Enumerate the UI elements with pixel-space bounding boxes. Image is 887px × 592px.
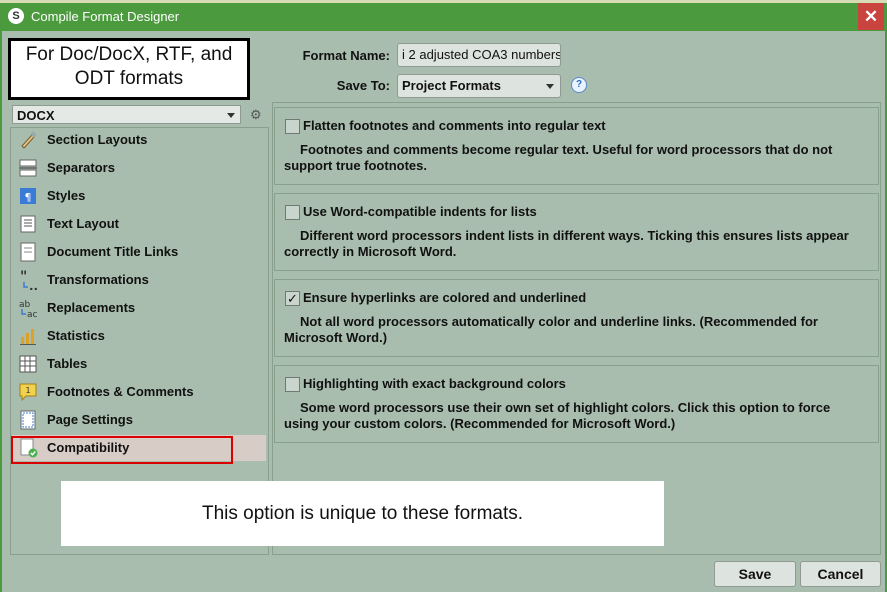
- page-icon: [20, 410, 36, 430]
- svg-text:ab: ab: [19, 300, 31, 310]
- separator-icon: [19, 159, 37, 177]
- sidebar-item-label: Section Layouts: [47, 132, 148, 147]
- sidebar-item-footnotes-comments[interactable]: 1 Footnotes & Comments: [12, 379, 266, 405]
- option-hyperlinks: ✓ Ensure hyperlinks are colored and unde…: [274, 279, 879, 357]
- option-description: Some word processors use their own set o…: [284, 400, 831, 431]
- document-icon: [20, 242, 36, 262]
- sidebar-item-document-title-links[interactable]: Document Title Links: [12, 239, 266, 265]
- flatten-footnotes-checkbox[interactable]: [285, 119, 300, 134]
- title-bar-strip: [0, 0, 887, 3]
- format-type-select[interactable]: DOCX: [12, 105, 241, 124]
- compatibility-highlight-frame: [11, 436, 233, 464]
- sidebar-item-label: Styles: [47, 188, 86, 203]
- svg-text:ac: ac: [27, 310, 38, 318]
- close-button[interactable]: ✕: [858, 3, 884, 30]
- sidebar-item-transformations[interactable]: ",, Transformations: [12, 267, 266, 293]
- replace-icon: abac: [19, 300, 38, 318]
- option-flatten-footnotes: Flatten footnotes and comments into regu…: [274, 107, 879, 185]
- save-to-label: Save To:: [336, 78, 390, 93]
- bar-chart-icon: [20, 329, 36, 345]
- sidebar-item-label: Page Settings: [47, 412, 133, 427]
- save-to-value: Project Formats: [402, 78, 501, 93]
- option-highlighting: Highlighting with exact background color…: [274, 365, 879, 443]
- sidebar-item-label: Replacements: [47, 300, 136, 315]
- sidebar-item-section-layouts[interactable]: Section Layouts: [12, 127, 266, 153]
- title-bar: S Compile Format Designer ✕: [0, 0, 887, 31]
- scrivener-app-icon: S: [8, 8, 24, 24]
- option-description: Not all word processors automatically co…: [284, 314, 818, 345]
- option-title: Highlighting with exact background color…: [303, 376, 566, 391]
- word-indents-checkbox[interactable]: [285, 205, 300, 220]
- sidebar-item-tables[interactable]: Tables: [12, 351, 266, 377]
- option-description: Footnotes and comments become regular te…: [284, 142, 833, 173]
- option-description: Different word processors indent lists i…: [284, 228, 849, 259]
- highlighting-checkbox[interactable]: [285, 377, 300, 392]
- sidebar-item-replacements[interactable]: ab ac Replacements: [12, 295, 266, 321]
- help-icon[interactable]: ?: [571, 77, 587, 93]
- window-border-left: [0, 31, 2, 592]
- styles-icon: ¶: [20, 188, 36, 204]
- format-type-value: DOCX: [17, 108, 55, 123]
- sidebar-item-statistics[interactable]: Statistics: [12, 323, 266, 349]
- sidebar-item-label: Statistics: [47, 328, 105, 343]
- format-name-label: Format Name:: [302, 48, 390, 63]
- paintbrush-icon: [21, 131, 37, 149]
- callout-unique-option: This option is unique to these formats.: [61, 481, 664, 546]
- hyperlinks-checkbox[interactable]: ✓: [285, 291, 300, 306]
- sidebar-item-separators[interactable]: Separators: [12, 155, 266, 181]
- save-button[interactable]: Save: [714, 561, 796, 587]
- sidebar-item-label: Footnotes & Comments: [47, 384, 194, 399]
- svg-text:1: 1: [25, 386, 30, 395]
- sidebar-item-label: Separators: [47, 160, 115, 175]
- text-layout-icon: [20, 215, 36, 233]
- save-to-select[interactable]: Project Formats: [397, 74, 561, 98]
- sidebar-item-styles[interactable]: ¶ Styles: [12, 183, 266, 209]
- sidebar-item-label: Tables: [47, 356, 88, 371]
- sidebar-item-label: Transformations: [47, 272, 149, 287]
- option-title: Use Word-compatible indents for lists: [303, 204, 537, 219]
- gear-icon[interactable]: ⚙: [250, 107, 262, 123]
- cancel-button[interactable]: Cancel: [800, 561, 881, 587]
- format-name-input[interactable]: i 2 adjusted COA3 numbers: [397, 43, 561, 67]
- svg-text:,,: ,,: [29, 279, 38, 290]
- svg-text:¶: ¶: [25, 191, 32, 204]
- sidebar-item-text-layout[interactable]: Text Layout: [12, 211, 266, 237]
- option-title: Flatten footnotes and comments into regu…: [303, 118, 606, 133]
- sidebar-item-page-settings[interactable]: Page Settings: [12, 407, 266, 433]
- footnote-icon: 1: [19, 383, 37, 402]
- chevron-down-icon: [227, 113, 235, 118]
- quotes-icon: ",,: [20, 270, 38, 290]
- chevron-down-icon: [546, 84, 554, 89]
- callout-formats: For Doc/DocX, RTF, and ODT formats: [8, 38, 250, 100]
- option-title: Ensure hyperlinks are colored and underl…: [303, 290, 587, 305]
- compile-format-designer-window: S Compile Format Designer ✕ For Doc/DocX…: [0, 0, 887, 592]
- sidebar-item-label: Text Layout: [47, 216, 119, 231]
- window-title: Compile Format Designer: [31, 9, 180, 24]
- sidebar-item-label: Document Title Links: [47, 244, 179, 259]
- table-icon: [19, 355, 37, 373]
- option-word-indents: Use Word-compatible indents for lists Di…: [274, 193, 879, 271]
